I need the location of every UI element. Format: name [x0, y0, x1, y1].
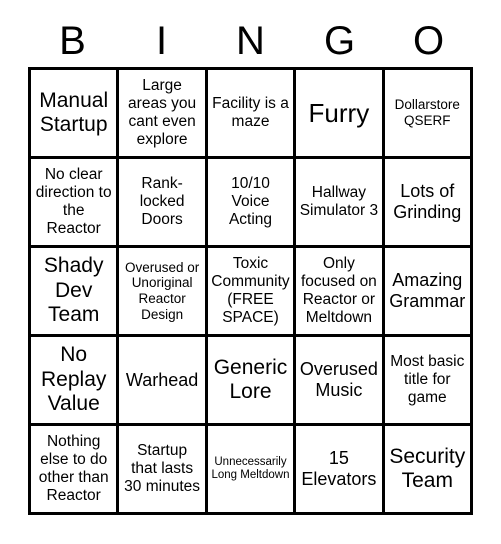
bingo-cell[interactable]: Generic Lore [207, 337, 297, 426]
bingo-header: BINGO [28, 14, 473, 67]
bingo-cell-label: Facility is a maze [212, 95, 289, 130]
bingo-cell-label: Startup that lasts 30 minutes [124, 442, 200, 495]
bingo-cell-label: Unnecessarily Long Meltdown [211, 455, 290, 481]
bingo-cell-label: Generic Lore [213, 355, 288, 403]
bingo-cell[interactable]: Manual Startup [31, 70, 120, 159]
bingo-grid: Manual Startup Large areas you cant even … [28, 67, 473, 515]
bingo-header-letter-g: G [323, 18, 356, 63]
bingo-cell[interactable]: Security Team [384, 426, 473, 515]
bingo-cell[interactable]: Nothing else to do other than Reactor [31, 426, 120, 515]
bingo-cell[interactable]: Overused Music [296, 337, 385, 426]
bingo-cell-label: No clear direction to the Reactor [35, 166, 112, 237]
bingo-cell[interactable]: Amazing Grammar [384, 248, 473, 337]
bingo-cell-label: Overused or Unoriginal Reactor Design [124, 259, 200, 322]
bingo-cell[interactable]: Furry [296, 70, 385, 159]
bingo-cell-label: Lots of Grinding [393, 181, 462, 222]
bingo-cell-label: 10/10 Voice Acting [228, 175, 273, 228]
bingo-cell-label: Most basic title for game [390, 353, 465, 406]
bingo-cell[interactable]: 10/10 Voice Acting [207, 159, 297, 248]
bingo-cell[interactable]: Large areas you cant even explore [119, 70, 208, 159]
bingo-cell[interactable]: Startup that lasts 30 minutes [119, 426, 208, 515]
bingo-cell-label: Rank-locked Doors [139, 175, 185, 228]
bingo-cell-label: Hallway Simulator 3 [299, 184, 379, 219]
bingo-cell[interactable]: Facility is a maze [207, 70, 297, 159]
bingo-cell-label: Furry [308, 97, 370, 128]
bingo-header-letter-n: N [236, 18, 265, 63]
bingo-cell[interactable]: No Replay Value [31, 337, 120, 426]
bingo-cell[interactable]: 15 Elevators [296, 426, 385, 515]
bingo-header-letter-o: O [412, 18, 445, 63]
bingo-cell-label: 15 Elevators [301, 448, 377, 489]
bingo-cell[interactable]: Unnecessarily Long Meltdown [207, 426, 297, 515]
bingo-cell-label: Large areas you cant even explore [128, 77, 197, 148]
bingo-free-space-cell[interactable]: Toxic Community (FREE SPACE) [207, 248, 297, 337]
bingo-cell-label: No Replay Value [41, 343, 107, 416]
bingo-cell-label: Security Team [389, 444, 466, 492]
bingo-cell-label: Toxic Community (FREE SPACE) [211, 255, 290, 326]
bingo-cell-label: Warhead [125, 369, 199, 390]
bingo-header-letter-b: B [59, 18, 86, 63]
bingo-cell-label: Overused Music [299, 359, 378, 400]
bingo-cell[interactable]: Dollarstore QSERF [384, 70, 473, 159]
bingo-cell-label: Amazing Grammar [389, 270, 466, 311]
bingo-cell[interactable]: Shady Dev Team [31, 248, 120, 337]
bingo-cell[interactable]: No clear direction to the Reactor [31, 159, 120, 248]
bingo-cell[interactable]: Most basic title for game [384, 337, 473, 426]
bingo-cell[interactable]: Warhead [119, 337, 208, 426]
bingo-cell[interactable]: Only focused on Reactor or Meltdown [296, 248, 385, 337]
bingo-cell-label: Shady Dev Team [43, 254, 104, 327]
bingo-cell-label: Only focused on Reactor or Meltdown [300, 255, 377, 326]
bingo-cell-label: Manual Startup [39, 88, 109, 136]
bingo-cell[interactable]: Rank-locked Doors [119, 159, 208, 248]
bingo-cell-label: Dollarstore QSERF [394, 97, 460, 128]
bingo-cell[interactable]: Hallway Simulator 3 [296, 159, 385, 248]
bingo-header-letter-i: I [155, 18, 168, 63]
bingo-cell[interactable]: Lots of Grinding [384, 159, 473, 248]
bingo-card: B I N G O Manual Startup Large areas you cant… [0, 0, 501, 544]
bingo-cell[interactable]: Overused or Unoriginal Reactor Design [119, 248, 208, 337]
bingo-cell-label: Nothing else to do other than Reactor [38, 433, 109, 504]
